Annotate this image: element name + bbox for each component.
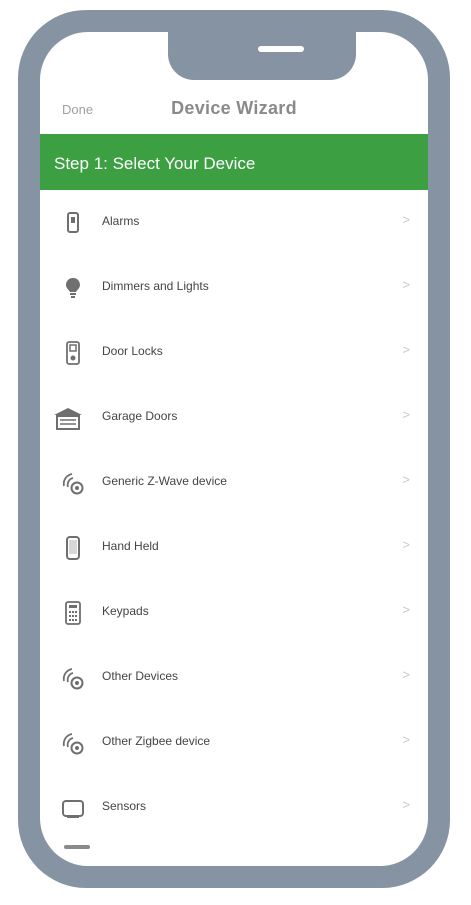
chevron-right-icon: > bbox=[402, 277, 410, 292]
keypad-icon bbox=[60, 600, 86, 626]
device-label: Generic Z-Wave device bbox=[102, 474, 227, 488]
chevron-right-icon: > bbox=[402, 667, 410, 682]
device-row-garage-doors[interactable]: Garage Doors > bbox=[40, 385, 428, 450]
chevron-right-icon: > bbox=[402, 342, 410, 357]
speaker-grille bbox=[258, 46, 304, 52]
sensor-icon bbox=[60, 795, 86, 821]
step-banner: Step 1: Select Your Device bbox=[40, 134, 428, 190]
page-title: Device Wizard bbox=[171, 98, 297, 118]
nav-bar: Done Device Wizard bbox=[40, 88, 428, 132]
chevron-right-icon: > bbox=[402, 537, 410, 552]
chevron-right-icon: > bbox=[402, 732, 410, 747]
handheld-icon bbox=[60, 535, 86, 561]
device-label: Sensors bbox=[102, 799, 147, 813]
device-row-keypads[interactable]: Keypads > bbox=[40, 580, 428, 645]
partial-list-item bbox=[60, 840, 94, 850]
device-row-sensors[interactable]: Sensors > bbox=[40, 775, 428, 840]
device-label: Alarms bbox=[102, 214, 140, 228]
chevron-right-icon: > bbox=[402, 602, 410, 617]
device-row-generic-zwave[interactable]: Generic Z-Wave device > bbox=[40, 450, 428, 515]
device-label: Keypads bbox=[102, 604, 149, 618]
device-label: Other Zigbee device bbox=[102, 734, 211, 748]
device-label: Hand Held bbox=[102, 539, 159, 553]
zwave-icon bbox=[60, 470, 86, 496]
device-row-door-locks[interactable]: Door Locks > bbox=[40, 320, 428, 385]
device-row-other-devices[interactable]: Other Devices > bbox=[40, 645, 428, 710]
device-label: Other Devices bbox=[102, 669, 179, 683]
door-lock-icon bbox=[60, 340, 86, 366]
device-label: Dimmers and Lights bbox=[102, 279, 209, 293]
device-label: Door Locks bbox=[102, 344, 163, 358]
device-row-other-zigbee[interactable]: Other Zigbee device > bbox=[40, 710, 428, 775]
alarm-icon bbox=[60, 210, 86, 236]
phone-frame: Done Device Wizard Step 1: Select Your D… bbox=[18, 10, 450, 888]
device-label: Garage Doors bbox=[102, 409, 178, 423]
chevron-right-icon: > bbox=[402, 407, 410, 422]
device-row-dimmers-lights[interactable]: Dimmers and Lights > bbox=[40, 255, 428, 320]
garage-icon bbox=[52, 405, 84, 431]
chevron-right-icon: > bbox=[402, 212, 410, 227]
step-label: Step 1: Select Your Device bbox=[54, 154, 256, 173]
chevron-right-icon: > bbox=[402, 797, 410, 812]
light-bulb-icon bbox=[60, 275, 86, 301]
chevron-right-icon: > bbox=[402, 472, 410, 487]
device-row-alarms[interactable]: Alarms > bbox=[40, 190, 428, 255]
zigbee-icon bbox=[60, 730, 86, 756]
phone-screen: Done Device Wizard Step 1: Select Your D… bbox=[40, 32, 428, 866]
signal-icon bbox=[60, 665, 86, 691]
phone-notch bbox=[168, 32, 356, 80]
device-list: Alarms > Dimmers and Lights > Door Locks… bbox=[40, 190, 428, 840]
device-row-hand-held[interactable]: Hand Held > bbox=[40, 515, 428, 580]
